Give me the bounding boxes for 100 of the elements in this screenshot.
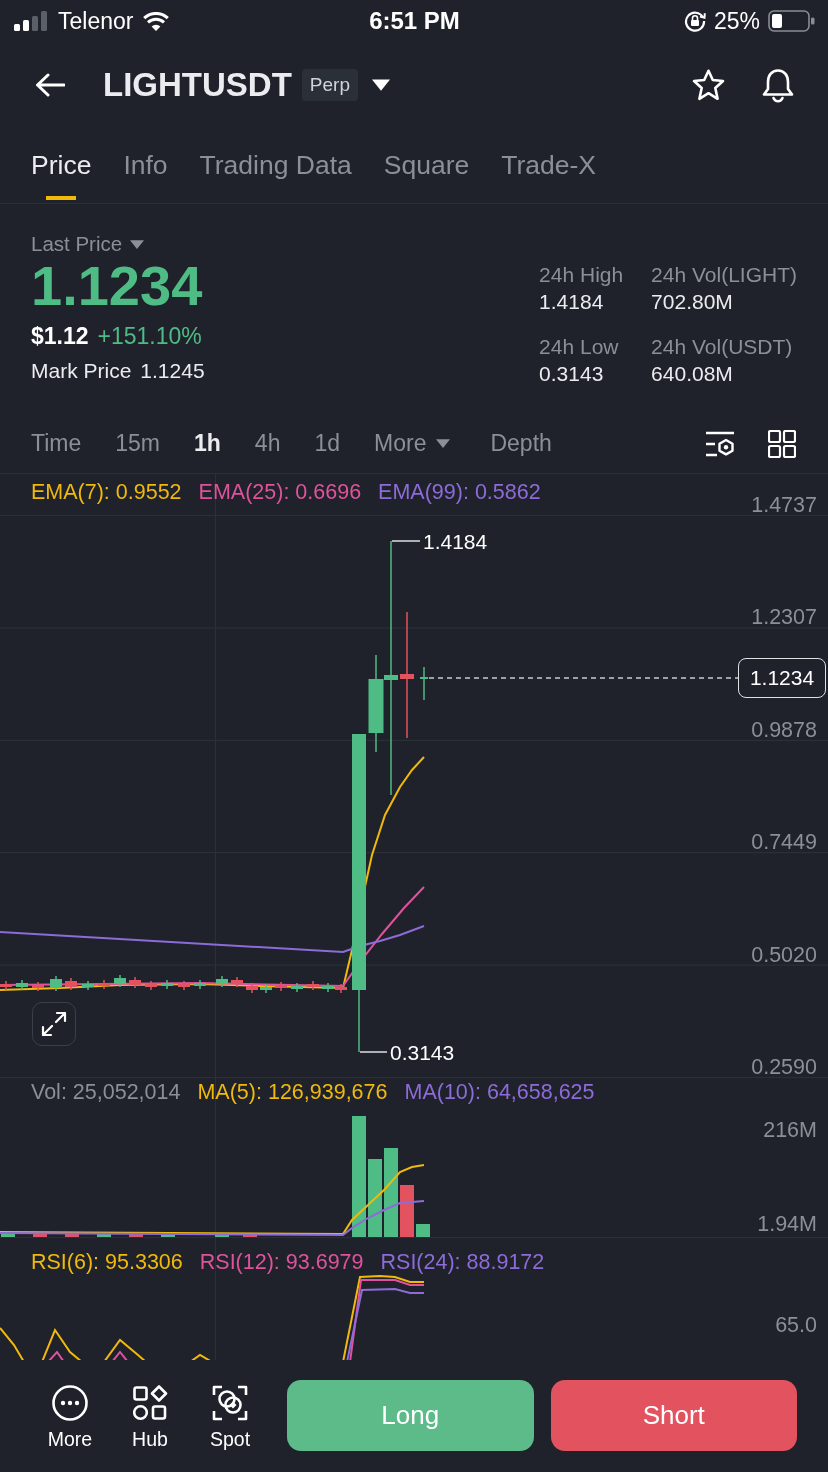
interval-tab[interactable]: 1h <box>194 430 221 457</box>
candle <box>194 979 206 990</box>
short-button[interactable]: Short <box>550 1380 797 1451</box>
candle <box>129 976 141 989</box>
candle <box>420 666 428 701</box>
axis-label: 0.9878 <box>751 717 817 742</box>
candle <box>161 979 173 990</box>
interval-tab[interactable]: 15m <box>115 430 160 457</box>
candle <box>307 980 319 991</box>
grid-layout-icon[interactable] <box>768 429 796 458</box>
carrier-name: Telenor <box>58 7 134 35</box>
stat-label: 24h Vol(LIGHT) <box>651 263 797 287</box>
candle <box>216 975 228 988</box>
symbol-title: LIGHTUSDT <box>103 66 292 104</box>
mark-price-value: 1.1245 <box>140 358 205 384</box>
rotation-lock-icon <box>683 10 706 32</box>
candle <box>114 974 126 988</box>
interval-tab[interactable]: Time <box>31 430 82 457</box>
bell-icon <box>761 67 795 103</box>
nav-button[interactable]: Spot <box>195 1385 265 1450</box>
indicator-settings-icon[interactable] <box>705 430 735 457</box>
contract-badge: Perp <box>301 69 358 101</box>
volume-bar <box>215 1234 229 1237</box>
axis-label: 65.0 <box>775 1313 817 1337</box>
tab[interactable]: Price <box>31 128 92 203</box>
nav-button[interactable]: Hub <box>115 1385 185 1450</box>
candle <box>322 982 334 993</box>
stat-label: 24h Low <box>539 335 620 359</box>
volume-bar <box>1 1234 15 1237</box>
candle <box>145 980 157 991</box>
signal-icon <box>14 11 48 31</box>
volume-bar <box>65 1233 79 1237</box>
candle <box>246 982 258 994</box>
candle <box>50 975 62 992</box>
caret-icon <box>130 239 145 249</box>
depth-tab[interactable]: Depth <box>490 430 552 457</box>
tab[interactable]: Trade-X <box>501 128 596 203</box>
tab[interactable]: Square <box>383 128 470 203</box>
symbol-dropdown-button[interactable] <box>371 79 390 91</box>
leader-line <box>391 540 421 542</box>
interval-tab[interactable]: 1d <box>314 430 341 457</box>
candle <box>98 979 110 990</box>
candle <box>335 983 347 994</box>
candle <box>291 982 303 993</box>
volume-bar <box>129 1234 143 1237</box>
usd-price: $1.12 <box>31 322 89 350</box>
volume-bar <box>400 1185 414 1237</box>
interval-tab[interactable]: 4h <box>254 430 281 457</box>
mark-price-label: Mark Price <box>31 358 132 384</box>
low-price-label: 0.3143 <box>390 1041 455 1064</box>
candle <box>0 980 12 991</box>
price-change: +151.10% <box>97 322 202 350</box>
candle <box>82 980 94 991</box>
stat-label: 24h Vol(USDT) <box>651 335 794 359</box>
candle <box>32 981 44 992</box>
expand-icon <box>41 1011 67 1037</box>
stat-value: 0.3143 <box>539 361 605 387</box>
indicator-label: RSI(24): 88.9172 <box>380 1249 545 1275</box>
expand-button[interactable] <box>32 1002 76 1046</box>
axis-label: 0.7449 <box>751 830 817 855</box>
indicator-label: EMA(99): 0.5862 <box>378 479 541 505</box>
last-price-dropdown[interactable]: Last Price <box>31 232 145 256</box>
star-icon <box>692 69 725 101</box>
candle <box>260 983 272 994</box>
back-button[interactable] <box>35 73 65 97</box>
back-arrow-icon <box>35 73 65 97</box>
current-price-tag: 1.1234 <box>738 658 826 698</box>
indicator-label: MA(5): 126,939,676 <box>197 1079 388 1105</box>
indicator-label: RSI(6): 95.3306 <box>31 1249 183 1275</box>
more-icon <box>52 1385 88 1421</box>
candle <box>65 977 77 991</box>
candle <box>275 981 287 992</box>
stat-label: 24h High <box>539 263 625 287</box>
axis-label: 1.94M <box>757 1212 817 1236</box>
axis-label: 1.2307 <box>751 605 817 630</box>
axis-label: 216M <box>763 1118 817 1142</box>
candle <box>178 980 190 991</box>
volume-bar <box>97 1234 111 1237</box>
axis-label: 0.5020 <box>751 942 817 967</box>
caret-icon <box>371 79 390 91</box>
battery-percentage: 25% <box>713 7 760 35</box>
nav-button[interactable]: More <box>35 1385 105 1450</box>
volume-bar <box>161 1234 175 1237</box>
tab[interactable]: Trading Data <box>199 128 352 203</box>
leader-line <box>359 1051 388 1053</box>
volume-bar <box>33 1234 47 1237</box>
caret-icon <box>436 439 451 448</box>
more-intervals-dropdown[interactable]: More <box>374 430 451 457</box>
wifi-icon <box>143 11 170 31</box>
alert-button[interactable] <box>761 67 795 103</box>
indicator-label: Vol: 25,052,014 <box>31 1079 181 1105</box>
indicator-label: MA(10): 64,658,625 <box>404 1079 595 1105</box>
candle <box>231 976 243 988</box>
axis-label: 1.4737 <box>751 493 817 517</box>
indicator-label: EMA(7): 0.9552 <box>31 479 182 505</box>
favorite-button[interactable] <box>692 69 725 101</box>
indicator-label: EMA(25): 0.6696 <box>198 479 362 505</box>
tab[interactable]: Info <box>123 128 168 203</box>
indicator-label: RSI(12): 93.6979 <box>199 1249 364 1275</box>
battery-icon <box>768 10 815 32</box>
